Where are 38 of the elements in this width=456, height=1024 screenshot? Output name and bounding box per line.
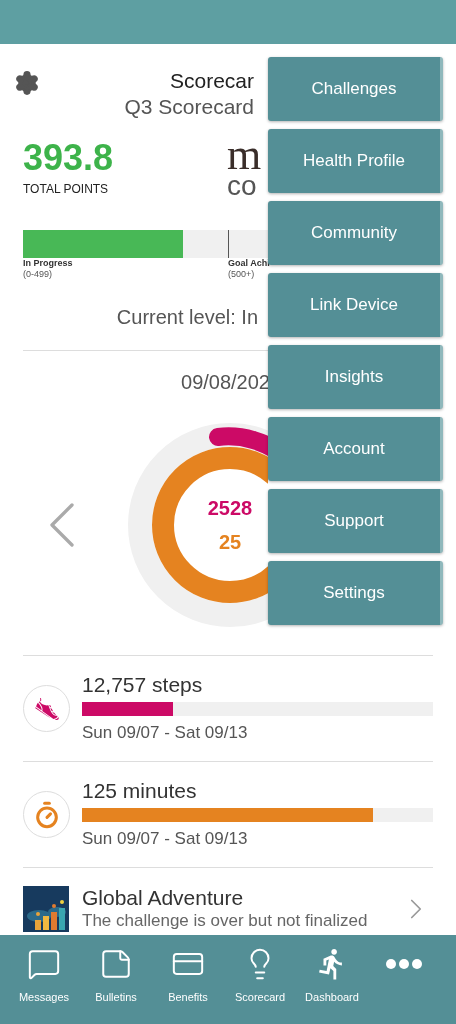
menu-item[interactable]: Link Device <box>268 273 443 337</box>
segment-range: (500+) <box>228 269 256 280</box>
pinned-note-icon <box>99 947 133 981</box>
menu-item[interactable]: Community <box>268 201 443 265</box>
scorecard-title: Scorecar <box>169 68 254 94</box>
nav-tab[interactable]: Benefits <box>152 947 224 1006</box>
menu-item[interactable]: Challenges <box>268 57 443 121</box>
settings-icon[interactable] <box>14 70 40 96</box>
segment-label: Goal Achi <box>228 258 271 269</box>
menu-item[interactable]: Settings <box>268 561 443 625</box>
segment-range: (0-499) <box>23 269 53 280</box>
challenge-title: Global Adventure <box>82 886 245 910</box>
shoe-icon <box>33 695 60 722</box>
total-points-label: TOTAL POINTS <box>23 181 110 198</box>
menu-item[interactable]: Support <box>268 489 443 553</box>
stat-title: 12,757 steps <box>82 671 204 698</box>
stat-dates: Sun 09/07 - Sat 09/13 <box>82 827 249 850</box>
logo-mark: m <box>227 138 262 172</box>
nav-tab[interactable]: Scorecard <box>224 947 296 1006</box>
ring-minutes-value: 25 <box>218 530 242 555</box>
date-text: 09/08/202 <box>181 370 270 395</box>
stat-dates: Sun 09/07 - Sat 09/13 <box>82 721 249 744</box>
ring-steps-value: 2528 <box>207 496 253 521</box>
scorecard-subtitle: Q3 Scorecard <box>124 94 254 120</box>
nav-tab[interactable]: Dashboard <box>296 947 368 1006</box>
segment-label: In Progress <box>23 258 74 269</box>
challenge-description: The challenge is over but not finalized <box>82 910 369 932</box>
menu-item[interactable]: Insights <box>268 345 443 409</box>
menu-item[interactable]: Health Profile <box>268 129 443 193</box>
logo-word: co <box>227 172 258 200</box>
more-icon <box>386 959 422 969</box>
nav-tab[interactable]: Bulletins <box>80 947 152 1006</box>
stat-title: 125 minutes <box>82 777 198 804</box>
speech-bubble-icon <box>27 947 61 981</box>
total-points-value: 393.8 <box>23 138 115 178</box>
current-level-text: Current level: In <box>116 305 258 330</box>
menu-item[interactable]: Account <box>268 417 443 481</box>
nav-tab[interactable]: Messages <box>8 947 80 1006</box>
